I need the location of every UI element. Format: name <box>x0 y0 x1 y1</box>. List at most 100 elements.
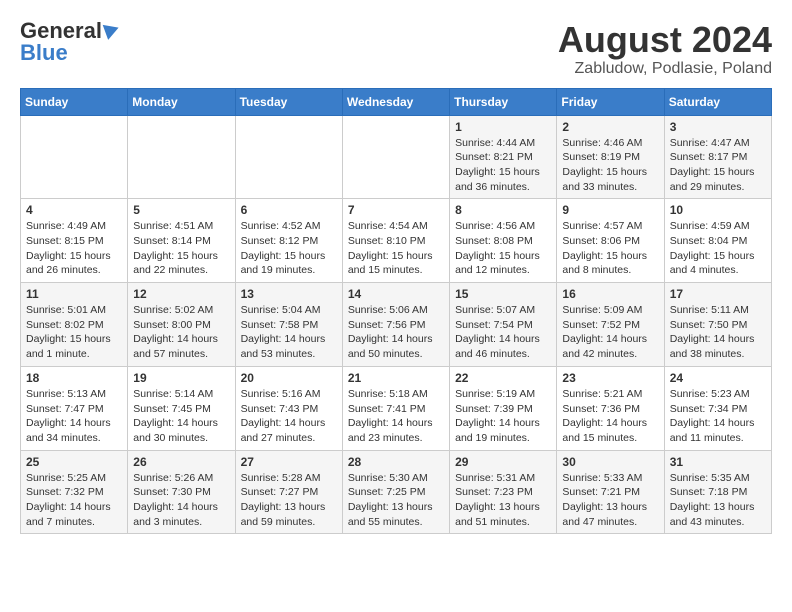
day-info: Sunrise: 5:31 AM Sunset: 7:23 PM Dayligh… <box>455 471 551 530</box>
calendar-cell <box>128 115 235 199</box>
day-number: 13 <box>241 287 337 301</box>
day-info: Sunrise: 4:46 AM Sunset: 8:19 PM Dayligh… <box>562 136 658 195</box>
day-info: Sunrise: 4:49 AM Sunset: 8:15 PM Dayligh… <box>26 219 122 278</box>
day-number: 26 <box>133 455 229 469</box>
day-info: Sunrise: 4:52 AM Sunset: 8:12 PM Dayligh… <box>241 219 337 278</box>
day-info: Sunrise: 5:06 AM Sunset: 7:56 PM Dayligh… <box>348 303 444 362</box>
logo-top: General <box>20 20 119 42</box>
calendar-subtitle: Zabludow, Podlasie, Poland <box>558 60 772 78</box>
logo-arrow-icon <box>103 20 122 40</box>
header-saturday: Saturday <box>664 88 771 115</box>
day-number: 23 <box>562 371 658 385</box>
day-number: 12 <box>133 287 229 301</box>
calendar-week-0: 1 Sunrise: 4:44 AM Sunset: 8:21 PM Daylig… <box>21 115 772 199</box>
day-info: Sunrise: 4:54 AM Sunset: 8:10 PM Dayligh… <box>348 219 444 278</box>
day-number: 10 <box>670 203 766 217</box>
day-info: Sunrise: 5:16 AM Sunset: 7:43 PM Dayligh… <box>241 387 337 446</box>
day-number: 30 <box>562 455 658 469</box>
calendar-cell: 11 Sunrise: 5:01 AM Sunset: 8:02 PM Dayli… <box>21 283 128 367</box>
day-info: Sunrise: 4:44 AM Sunset: 8:21 PM Dayligh… <box>455 136 551 195</box>
day-info: Sunrise: 5:01 AM Sunset: 8:02 PM Dayligh… <box>26 303 122 362</box>
calendar-week-1: 4 Sunrise: 4:49 AM Sunset: 8:15 PM Daylig… <box>21 199 772 283</box>
header-monday: Monday <box>128 88 235 115</box>
calendar-week-2: 11 Sunrise: 5:01 AM Sunset: 8:02 PM Dayli… <box>21 283 772 367</box>
calendar-cell: 31 Sunrise: 5:35 AM Sunset: 7:18 PM Dayli… <box>664 450 771 534</box>
calendar-cell: 28Sunrise: 5:30 AM Sunset: 7:25 PM Dayli… <box>342 450 449 534</box>
day-info: Sunrise: 5:07 AM Sunset: 7:54 PM Dayligh… <box>455 303 551 362</box>
day-info: Sunrise: 5:25 AM Sunset: 7:32 PM Dayligh… <box>26 471 122 530</box>
header-thursday: Thursday <box>450 88 557 115</box>
day-info: Sunrise: 4:59 AM Sunset: 8:04 PM Dayligh… <box>670 219 766 278</box>
header-friday: Friday <box>557 88 664 115</box>
calendar-cell: 12 Sunrise: 5:02 AM Sunset: 8:00 PM Dayli… <box>128 283 235 367</box>
day-number: 15 <box>455 287 551 301</box>
calendar-cell: 22Sunrise: 5:19 AM Sunset: 7:39 PM Dayli… <box>450 366 557 450</box>
day-number: 31 <box>670 455 766 469</box>
calendar-cell: 14 Sunrise: 5:06 AM Sunset: 7:56 PM Dayli… <box>342 283 449 367</box>
calendar-cell: 17 Sunrise: 5:11 AM Sunset: 7:50 PM Dayli… <box>664 283 771 367</box>
day-number: 9 <box>562 203 658 217</box>
calendar-cell: 25 Sunrise: 5:25 AM Sunset: 7:32 PM Dayli… <box>21 450 128 534</box>
calendar-cell: 27Sunrise: 5:28 AM Sunset: 7:27 PM Dayli… <box>235 450 342 534</box>
day-number: 24 <box>670 371 766 385</box>
day-info: Sunrise: 5:11 AM Sunset: 7:50 PM Dayligh… <box>670 303 766 362</box>
header-sunday: Sunday <box>21 88 128 115</box>
calendar-cell: 5Sunrise: 4:51 AM Sunset: 8:14 PM Daylig… <box>128 199 235 283</box>
day-number: 11 <box>26 287 122 301</box>
calendar-cell: 4 Sunrise: 4:49 AM Sunset: 8:15 PM Daylig… <box>21 199 128 283</box>
day-info: Sunrise: 5:35 AM Sunset: 7:18 PM Dayligh… <box>670 471 766 530</box>
day-info: Sunrise: 5:09 AM Sunset: 7:52 PM Dayligh… <box>562 303 658 362</box>
calendar-cell: 13Sunrise: 5:04 AM Sunset: 7:58 PM Dayli… <box>235 283 342 367</box>
day-info: Sunrise: 5:26 AM Sunset: 7:30 PM Dayligh… <box>133 471 229 530</box>
day-number: 25 <box>26 455 122 469</box>
day-number: 17 <box>670 287 766 301</box>
calendar-cell <box>342 115 449 199</box>
calendar-week-4: 25 Sunrise: 5:25 AM Sunset: 7:32 PM Dayli… <box>21 450 772 534</box>
day-number: 7 <box>348 203 444 217</box>
logo-blue: Blue <box>20 42 68 64</box>
day-number: 28 <box>348 455 444 469</box>
day-info: Sunrise: 5:33 AM Sunset: 7:21 PM Dayligh… <box>562 471 658 530</box>
day-number: 2 <box>562 120 658 134</box>
calendar-cell: 7 Sunrise: 4:54 AM Sunset: 8:10 PM Daylig… <box>342 199 449 283</box>
calendar-cell: 29 Sunrise: 5:31 AM Sunset: 7:23 PM Dayli… <box>450 450 557 534</box>
day-number: 6 <box>241 203 337 217</box>
calendar-cell: 10 Sunrise: 4:59 AM Sunset: 8:04 PM Dayli… <box>664 199 771 283</box>
calendar-cell: 3Sunrise: 4:47 AM Sunset: 8:17 PM Daylig… <box>664 115 771 199</box>
day-number: 4 <box>26 203 122 217</box>
calendar-cell: 20 Sunrise: 5:16 AM Sunset: 7:43 PM Dayli… <box>235 366 342 450</box>
logo-general: General <box>20 20 102 42</box>
calendar-cell: 30 Sunrise: 5:33 AM Sunset: 7:21 PM Dayli… <box>557 450 664 534</box>
day-number: 1 <box>455 120 551 134</box>
day-info: Sunrise: 4:51 AM Sunset: 8:14 PM Dayligh… <box>133 219 229 278</box>
calendar-cell: 8Sunrise: 4:56 AM Sunset: 8:08 PM Daylig… <box>450 199 557 283</box>
logo: General Blue <box>20 20 119 64</box>
day-number: 16 <box>562 287 658 301</box>
day-number: 3 <box>670 120 766 134</box>
calendar-cell: 24 Sunrise: 5:23 AM Sunset: 7:34 PM Dayli… <box>664 366 771 450</box>
calendar-cell: 21Sunrise: 5:18 AM Sunset: 7:41 PM Dayli… <box>342 366 449 450</box>
day-info: Sunrise: 4:57 AM Sunset: 8:06 PM Dayligh… <box>562 219 658 278</box>
day-info: Sunrise: 5:02 AM Sunset: 8:00 PM Dayligh… <box>133 303 229 362</box>
calendar-title: August 2024 <box>558 20 772 60</box>
calendar-cell: 23 Sunrise: 5:21 AM Sunset: 7:36 PM Dayli… <box>557 366 664 450</box>
day-info: Sunrise: 5:14 AM Sunset: 7:45 PM Dayligh… <box>133 387 229 446</box>
calendar-header-row: SundayMondayTuesdayWednesdayThursdayFrid… <box>21 88 772 115</box>
day-number: 29 <box>455 455 551 469</box>
day-info: Sunrise: 5:21 AM Sunset: 7:36 PM Dayligh… <box>562 387 658 446</box>
day-number: 20 <box>241 371 337 385</box>
calendar-cell: 19 Sunrise: 5:14 AM Sunset: 7:45 PM Dayli… <box>128 366 235 450</box>
day-number: 19 <box>133 371 229 385</box>
day-number: 18 <box>26 371 122 385</box>
calendar-cell <box>21 115 128 199</box>
day-info: Sunrise: 5:19 AM Sunset: 7:39 PM Dayligh… <box>455 387 551 446</box>
day-info: Sunrise: 5:13 AM Sunset: 7:47 PM Dayligh… <box>26 387 122 446</box>
header-wednesday: Wednesday <box>342 88 449 115</box>
title-area: August 2024 Zabludow, Podlasie, Poland <box>558 20 772 78</box>
day-number: 21 <box>348 371 444 385</box>
calendar-cell: 6 Sunrise: 4:52 AM Sunset: 8:12 PM Daylig… <box>235 199 342 283</box>
day-number: 14 <box>348 287 444 301</box>
day-info: Sunrise: 5:23 AM Sunset: 7:34 PM Dayligh… <box>670 387 766 446</box>
header-tuesday: Tuesday <box>235 88 342 115</box>
calendar-cell: 26 Sunrise: 5:26 AM Sunset: 7:30 PM Dayli… <box>128 450 235 534</box>
